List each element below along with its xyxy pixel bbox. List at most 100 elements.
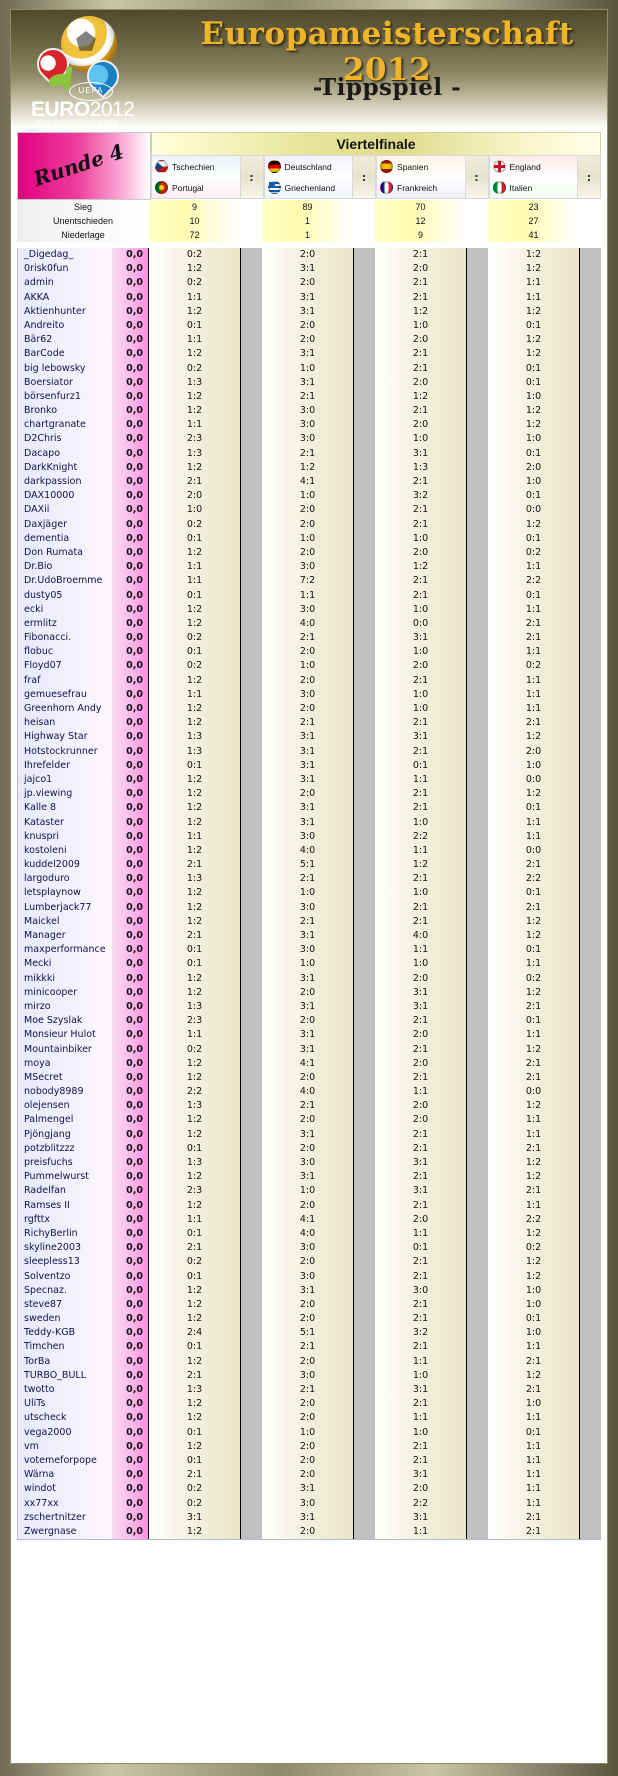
table-row[interactable]: Manager 0,0 2:1 3:1 4:0 1:2 bbox=[17, 929, 601, 944]
table-row[interactable]: _Digedag_ 0,0 0:2 2:0 2:1 1:2 bbox=[17, 248, 601, 263]
table-row[interactable]: votemeforpope 0,0 0:1 2:0 2:1 1:1 bbox=[17, 1453, 601, 1469]
table-row[interactable]: Dacapo 0,0 1:3 2:1 3:1 0:1 bbox=[17, 446, 601, 461]
table-row[interactable]: Lumberjack77 0,0 1:2 3:0 2:1 2:1 bbox=[17, 900, 601, 915]
table-row[interactable]: mikkki 0,0 1:2 3:1 2:0 0:2 bbox=[17, 971, 601, 986]
table-row[interactable]: Palmengel 0,0 1:2 2:0 2:0 1:1 bbox=[17, 1113, 601, 1128]
table-row[interactable]: Floyd07 0,0 0:2 1:0 2:0 0:2 bbox=[17, 659, 601, 674]
score-separator bbox=[579, 829, 601, 844]
table-row[interactable]: Mecki 0,0 0:1 1:0 1:0 1:1 bbox=[17, 957, 601, 972]
table-row[interactable]: Kataster 0,0 1:2 3:1 1:0 1:1 bbox=[17, 815, 601, 830]
table-row[interactable]: jajco1 0,0 1:2 3:1 1:1 0:0 bbox=[17, 772, 601, 788]
table-row[interactable]: UliTs 0,0 1:2 2:0 2:1 1:0 bbox=[17, 1397, 601, 1412]
table-row[interactable]: ecki 0,0 1:2 3:0 1:0 1:1 bbox=[17, 602, 601, 617]
table-row[interactable]: Mountainbiker 0,0 0:2 3:1 2:1 1:2 bbox=[17, 1042, 601, 1057]
table-row[interactable]: 0risk0fun 0,0 1:2 3:1 2:0 1:2 bbox=[17, 262, 601, 277]
table-row[interactable]: AKKA 0,0 1:1 3:1 2:1 1:1 bbox=[17, 290, 601, 305]
table-row[interactable]: dementia 0,0 0:1 1:0 1:0 0:1 bbox=[17, 531, 601, 546]
table-row[interactable]: Bronko 0,0 1:2 3:0 2:1 1:2 bbox=[17, 404, 601, 419]
table-row[interactable]: Aktienhunter 0,0 1:2 3:1 1:2 1:2 bbox=[17, 304, 601, 319]
score-separator bbox=[240, 687, 262, 702]
table-row[interactable]: skyline2003 0,0 2:1 3:0 0:1 0:2 bbox=[17, 1241, 601, 1256]
table-row[interactable]: RichyBerlin 0,0 0:1 4:0 1:1 1:2 bbox=[17, 1226, 601, 1242]
table-row[interactable]: kostoleni 0,0 1:2 4:0 1:1 0:0 bbox=[17, 843, 601, 859]
score-separator bbox=[579, 1212, 601, 1227]
table-row[interactable]: Pjöngjang 0,0 1:2 3:1 2:1 1:1 bbox=[17, 1127, 601, 1142]
table-row[interactable]: Dr.UdoBroemme 0,0 1:1 7:2 2:1 2:2 bbox=[17, 574, 601, 589]
table-row[interactable]: Solventzo 0,0 0:1 3:0 2:1 1:2 bbox=[17, 1269, 601, 1284]
table-row[interactable]: xx77xx 0,0 0:2 3:0 2:2 1:1 bbox=[17, 1496, 601, 1511]
table-row[interactable]: jp.viewing 0,0 1:2 2:0 2:1 1:2 bbox=[17, 787, 601, 802]
table-row[interactable]: maxperformance 0,0 0:1 3:0 1:1 0:1 bbox=[17, 943, 601, 958]
table-row[interactable]: Fibonacci. 0,0 0:2 2:1 3:1 2:1 bbox=[17, 631, 601, 646]
table-row[interactable]: zschertnitzer 0,0 3:1 3:1 3:1 2:1 bbox=[17, 1510, 601, 1525]
table-row[interactable]: Andreito 0,0 0:1 2:0 1:0 0:1 bbox=[17, 318, 601, 334]
table-row[interactable]: Wärna 0,0 2:1 2:0 3:1 1:1 bbox=[17, 1468, 601, 1483]
table-row[interactable]: mirzo 0,0 1:3 3:1 3:1 2:1 bbox=[17, 999, 601, 1015]
table-row[interactable]: Kalle 8 0,0 1:2 3:1 2:1 0:1 bbox=[17, 801, 601, 816]
table-row[interactable]: Dr.Bio 0,0 1:1 3:0 1:2 1:1 bbox=[17, 560, 601, 575]
table-row[interactable]: olejensen 0,0 1:3 2:1 2:0 1:2 bbox=[17, 1099, 601, 1114]
table-row[interactable]: Zwergnase 0,0 1:2 2:0 1:1 2:1 bbox=[17, 1524, 601, 1540]
table-row[interactable]: steve87 0,0 1:2 2:0 2:1 1:0 bbox=[17, 1297, 601, 1313]
table-row[interactable]: twotto 0,0 1:3 2:1 3:1 2:1 bbox=[17, 1383, 601, 1398]
table-row[interactable]: admin 0,0 0:2 2:0 2:1 1:1 bbox=[17, 276, 601, 291]
table-row[interactable]: dusty05 0,0 0:1 1:1 2:1 0:1 bbox=[17, 588, 601, 603]
table-row[interactable]: Highway Star 0,0 1:3 3:1 3:1 1:2 bbox=[17, 730, 601, 745]
table-row[interactable]: DarkKnight 0,0 1:2 1:2 1:3 2:0 bbox=[17, 460, 601, 475]
table-row[interactable]: Don Rumata 0,0 1:2 2:0 2:0 0:2 bbox=[17, 545, 601, 561]
table-row[interactable]: BarCode 0,0 1:2 3:1 2:1 1:2 bbox=[17, 347, 601, 362]
table-row[interactable]: rgfttx 0,0 1:1 4:1 2:0 2:2 bbox=[17, 1212, 601, 1227]
table-row[interactable]: D2Chris 0,0 2:3 3:0 1:0 1:0 bbox=[17, 432, 601, 447]
table-row[interactable]: minicooper 0,0 1:2 2:0 3:1 1:2 bbox=[17, 985, 601, 1000]
table-row[interactable]: Hotstockrunner 0,0 1:3 3:1 2:1 2:0 bbox=[17, 744, 601, 759]
table-row[interactable]: vm 0,0 1:2 2:0 2:1 1:1 bbox=[17, 1439, 601, 1454]
table-row[interactable]: TURBO_BULL 0,0 2:1 3:0 1:0 1:2 bbox=[17, 1368, 601, 1383]
table-row[interactable]: Monsieur Hulot 0,0 1:1 3:1 2:0 1:1 bbox=[17, 1028, 601, 1043]
table-row[interactable]: heisan 0,0 1:2 2:1 2:1 2:1 bbox=[17, 716, 601, 731]
table-row[interactable]: vega2000 0,0 0:1 1:0 1:0 0:1 bbox=[17, 1425, 601, 1440]
table-row[interactable]: DAX10000 0,0 2:0 1:0 3:2 0:1 bbox=[17, 489, 601, 504]
table-row[interactable]: TorBa 0,0 1:2 2:0 1:1 2:1 bbox=[17, 1354, 601, 1369]
table-row[interactable]: Pummelwurst 0,0 1:2 3:1 2:1 1:2 bbox=[17, 1170, 601, 1185]
table-row[interactable]: chartgranate 0,0 1:1 3:0 2:0 1:2 bbox=[17, 418, 601, 433]
table-row[interactable]: potzblitzzz 0,0 0:1 2:0 2:1 2:1 bbox=[17, 1141, 601, 1156]
table-row[interactable]: Timchen 0,0 0:1 2:1 2:1 1:1 bbox=[17, 1340, 601, 1355]
table-row[interactable]: fraf 0,0 1:2 2:0 2:1 1:1 bbox=[17, 673, 601, 688]
prediction-score: 1:1 bbox=[488, 1113, 579, 1128]
score-separator bbox=[466, 957, 488, 972]
table-row[interactable]: Bär62 0,0 1:1 2:0 2:0 1:2 bbox=[17, 333, 601, 348]
prediction-score: 1:2 bbox=[488, 333, 579, 348]
table-row[interactable]: kuddel2009 0,0 2:1 5:1 1:2 2:1 bbox=[17, 858, 601, 873]
table-row[interactable]: utscheck 0,0 1:2 2:0 1:1 1:1 bbox=[17, 1411, 601, 1426]
table-row[interactable]: ermlitz 0,0 1:2 4:0 0:0 2:1 bbox=[17, 616, 601, 632]
table-row[interactable]: Daxjäger 0,0 0:2 2:0 2:1 1:2 bbox=[17, 517, 601, 532]
table-row[interactable]: nobody8989 0,0 2:2 4:0 1:1 0:0 bbox=[17, 1085, 601, 1100]
table-row[interactable]: börsenfurz1 0,0 1:2 2:1 1:2 1:0 bbox=[17, 389, 601, 405]
table-row[interactable]: knuspri 0,0 1:1 3:0 2:2 1:1 bbox=[17, 829, 601, 844]
table-row[interactable]: Maickel 0,0 1:2 2:1 2:1 1:2 bbox=[17, 914, 601, 929]
score-separator bbox=[466, 858, 488, 873]
table-row[interactable]: Radelfan 0,0 2:3 1:0 3:1 2:1 bbox=[17, 1184, 601, 1199]
table-row[interactable]: Teddy-KGB 0,0 2:4 5:1 3:2 1:0 bbox=[17, 1326, 601, 1341]
table-row[interactable]: sleepless13 0,0 0:2 2:0 2:1 1:2 bbox=[17, 1255, 601, 1270]
table-row[interactable]: MSecret 0,0 1:2 2:0 2:1 2:1 bbox=[17, 1070, 601, 1086]
table-row[interactable]: Boersiator 0,0 1:3 3:1 2:0 0:1 bbox=[17, 375, 601, 390]
prediction-score: 4:0 bbox=[375, 929, 466, 944]
score-separator bbox=[353, 418, 375, 433]
table-row[interactable]: Moe Szyslak 0,0 2:3 2:0 2:1 0:1 bbox=[17, 1014, 601, 1029]
table-row[interactable]: gemuesefrau 0,0 1:1 3:0 1:0 1:1 bbox=[17, 687, 601, 702]
table-row[interactable]: Ihrefelder 0,0 0:1 3:1 0:1 1:0 bbox=[17, 758, 601, 773]
table-row[interactable]: DAXii 0,0 1:0 2:0 2:1 0:0 bbox=[17, 503, 601, 518]
table-row[interactable]: Specnaz. 0,0 1:2 3:1 3:0 1:0 bbox=[17, 1283, 601, 1298]
table-row[interactable]: preisfuchs 0,0 1:3 3:0 3:1 1:2 bbox=[17, 1156, 601, 1171]
table-row[interactable]: darkpassion 0,0 2:1 4:1 2:1 1:0 bbox=[17, 475, 601, 490]
table-row[interactable]: big lebowsky 0,0 0:2 1:0 2:1 0:1 bbox=[17, 361, 601, 376]
table-row[interactable]: Ramses II 0,0 1:2 2:0 2:1 1:1 bbox=[17, 1198, 601, 1213]
table-row[interactable]: flobuc 0,0 0:1 2:0 1:0 1:1 bbox=[17, 645, 601, 660]
table-row[interactable]: letsplaynow 0,0 1:2 1:0 1:0 0:1 bbox=[17, 886, 601, 901]
table-row[interactable]: moya 0,0 1:2 4:1 2:0 2:1 bbox=[17, 1056, 601, 1071]
table-row[interactable]: windot 0,0 0:2 3:1 2:0 1:1 bbox=[17, 1482, 601, 1497]
table-row[interactable]: sweden 0,0 1:2 2:0 2:1 0:1 bbox=[17, 1312, 601, 1327]
table-row[interactable]: Greenhorn Andy 0,0 1:2 2:0 1:0 1:1 bbox=[17, 702, 601, 717]
table-row[interactable]: largoduro 0,0 1:3 2:1 2:1 2:2 bbox=[17, 872, 601, 887]
